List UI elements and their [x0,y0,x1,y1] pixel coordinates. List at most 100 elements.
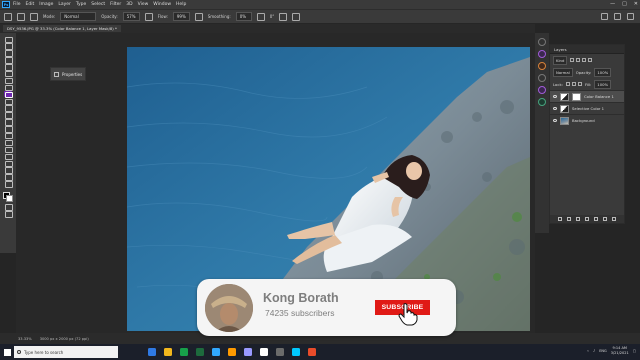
document-tab[interactable]: DSY_9536.JPG @ 33.3% (Color Balance 1, L… [3,25,121,32]
gradient-tool-icon[interactable] [4,119,13,126]
minimize-button[interactable]: — [610,1,615,7]
symmetry-icon[interactable] [292,12,301,21]
new-layer-icon[interactable] [603,217,607,221]
color-swatches[interactable] [2,191,14,203]
taskbar-app-icon[interactable] [148,348,156,356]
opacity-field[interactable]: 57% [122,12,140,21]
history-brush-tool-icon[interactable] [4,105,13,112]
zoom-tool-icon[interactable] [4,174,13,181]
clock[interactable]: 9:14 AM 3/21/2021 [611,346,629,355]
shape-filter-icon[interactable] [588,58,593,62]
angle-value[interactable]: 0° [270,14,275,19]
workspace-icon[interactable] [614,13,621,20]
maximize-button[interactable]: □ [622,1,627,7]
clone-stamp-tool-icon[interactable] [4,98,13,105]
blend-mode-select[interactable]: Normal [553,67,573,77]
layer-item[interactable]: Background [550,114,624,126]
layer-mask-thumbnail[interactable] [572,92,581,101]
brush-panel-icon[interactable] [30,12,38,21]
new-adjustment-icon[interactable] [585,217,589,221]
history-panel-icon[interactable] [538,38,546,46]
eraser-tool-icon[interactable] [4,112,13,119]
visibility-eye-icon[interactable] [553,119,557,122]
taskbar-app-icon[interactable] [260,348,268,356]
more-tools-icon[interactable] [4,181,13,188]
photoshop-logo-icon[interactable]: Ps [2,1,10,8]
blur-tool-icon[interactable] [4,126,13,133]
hand-tool-icon[interactable] [4,167,13,174]
lock-all-icon[interactable] [577,82,582,86]
mode-select[interactable]: Normal [60,12,97,21]
pixel-filter-icon[interactable] [570,58,575,62]
layer-item[interactable]: Color Balance 1 [550,90,624,102]
type-filter-icon[interactable] [582,58,587,62]
properties-panel[interactable]: Properties [50,67,86,81]
pressure-opacity-icon[interactable] [144,12,153,21]
layers-tab[interactable]: Layers [554,47,567,52]
menu-select[interactable]: Select [91,2,105,7]
taskbar-app-icon[interactable] [180,348,188,356]
taskbar-app-icon[interactable] [292,348,300,356]
type-tool-icon[interactable] [4,146,13,153]
close-button[interactable]: ✕ [634,1,638,7]
crop-tool-icon[interactable] [4,64,13,71]
move-tool-icon[interactable] [4,36,13,43]
rectangle-tool-icon[interactable] [4,160,13,167]
layer-name[interactable]: Color Balance 1 [584,94,614,99]
pen-tool-icon[interactable] [4,139,13,146]
volume-icon[interactable]: ♪ [593,349,595,353]
taskbar-app-icon[interactable] [308,348,316,356]
marquee-tool-icon[interactable] [4,43,13,50]
swatches-panel-icon[interactable] [538,98,546,106]
adjustments-panel-icon[interactable] [538,50,546,58]
menu-type[interactable]: Type [76,2,86,7]
menu-filter[interactable]: Filter [110,2,121,7]
menu-help[interactable]: Help [176,2,186,7]
background-color-swatch[interactable] [6,194,13,202]
channels-panel-icon[interactable] [538,74,546,82]
notifications-icon[interactable]: ▢ [633,349,636,353]
menu-edit[interactable]: Edit [26,2,35,7]
taskbar-app-icon[interactable] [244,348,252,356]
menu-3d[interactable]: 3D [126,2,132,7]
adjustment-filter-icon[interactable] [576,58,581,62]
network-icon[interactable]: ⌁ [587,349,589,353]
brush-preset-icon[interactable] [4,12,12,21]
delete-layer-icon[interactable] [612,217,616,221]
path-selection-tool-icon[interactable] [4,153,13,160]
flow-field[interactable]: 99% [172,12,190,21]
menu-file[interactable]: File [13,2,21,7]
search-icon[interactable] [601,13,608,20]
menu-window[interactable]: Window [153,2,171,7]
language-indicator[interactable]: ENG [599,349,607,353]
layer-name[interactable]: Background [572,118,595,123]
eyedropper-tool-icon[interactable] [4,77,13,84]
menu-image[interactable]: Image [39,2,53,7]
brush-settings-icon[interactable] [17,12,25,21]
airbrush-icon[interactable] [194,12,203,21]
quick-select-tool-icon[interactable] [4,57,13,64]
taskbar-app-icon[interactable] [212,348,220,356]
screen-mode-icon[interactable] [4,211,13,218]
visibility-eye-icon[interactable] [553,95,557,98]
share-icon[interactable] [627,13,634,20]
lock-position-icon[interactable] [571,82,576,86]
taskbar-app-icon[interactable] [196,348,204,356]
brush-tool-icon[interactable] [4,91,13,98]
layer-name[interactable]: Selective Color 1 [572,106,604,111]
taskbar-search[interactable]: Type here to search [14,346,118,358]
menu-layer[interactable]: Layer [58,2,71,7]
taskbar-app-icon[interactable] [228,348,236,356]
fill-field[interactable]: 100% [594,79,612,89]
visibility-eye-icon[interactable] [553,107,557,110]
smoothing-field[interactable]: 0% [235,12,252,21]
zoom-level[interactable]: 33.33% [18,337,32,341]
lasso-tool-icon[interactable] [4,50,13,57]
layer-opacity-field[interactable]: 100% [594,67,612,77]
lock-pixels-icon[interactable] [565,82,570,86]
filter-kind-select[interactable]: Kind [553,55,568,65]
add-mask-icon[interactable] [576,217,580,221]
paths-panel-icon[interactable] [538,86,546,94]
quick-mask-icon[interactable] [4,204,13,211]
start-button[interactable] [0,344,14,360]
